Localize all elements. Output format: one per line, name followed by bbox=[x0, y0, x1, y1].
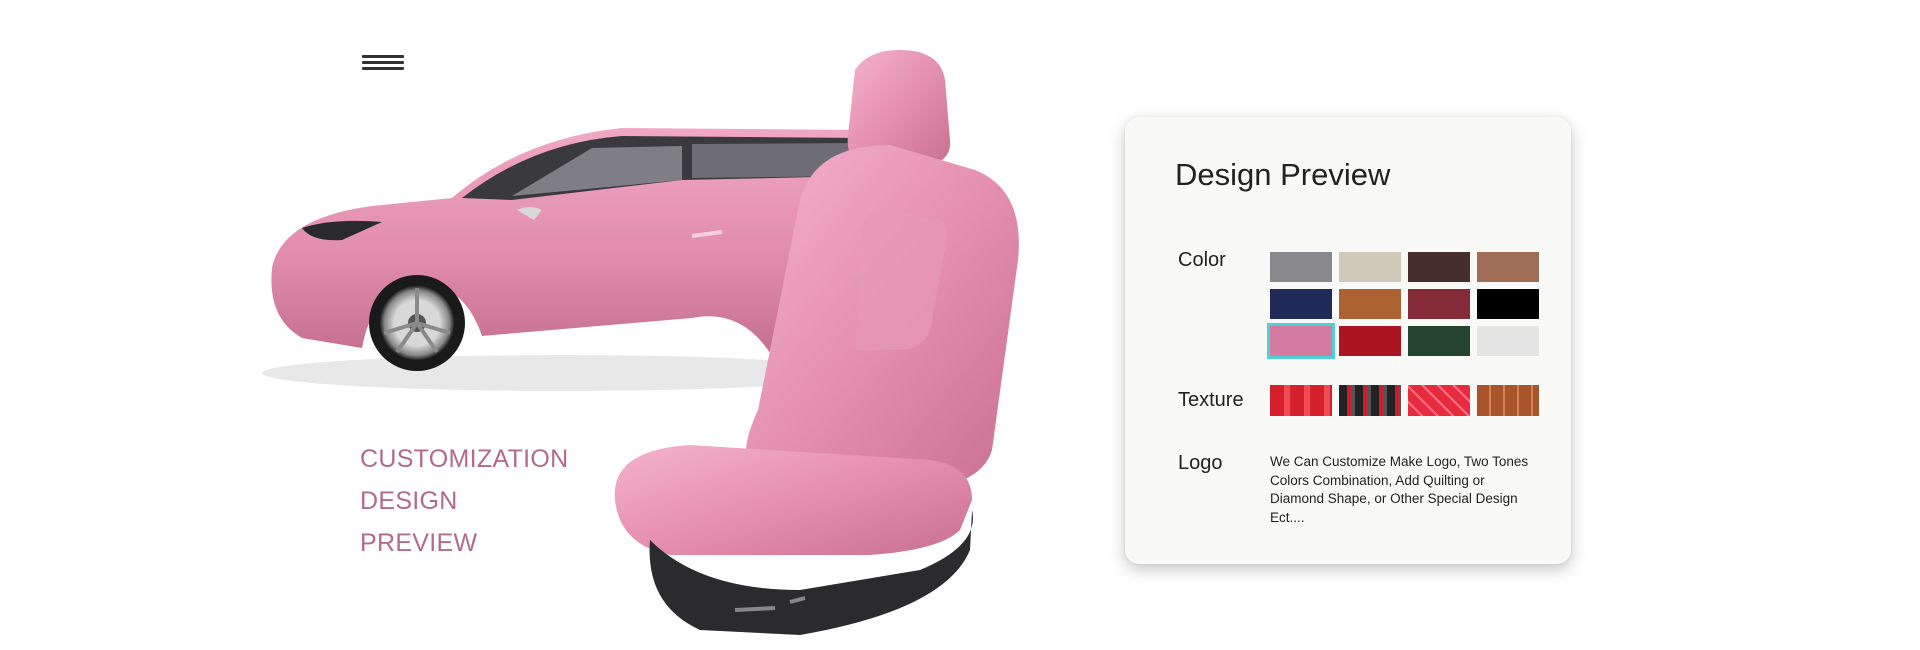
color-swatch[interactable] bbox=[1339, 252, 1401, 282]
texture-swatch-row bbox=[1270, 385, 1540, 416]
design-preview-panel: Design Preview Color Texture Logo We Can… bbox=[1125, 117, 1571, 564]
color-swatch[interactable] bbox=[1408, 289, 1470, 319]
headline: CUSTOMIZATION DESIGN PREVIEW bbox=[360, 438, 569, 564]
color-swatch[interactable] bbox=[1339, 289, 1401, 319]
seat-image bbox=[614, 50, 1019, 635]
headline-line-3: PREVIEW bbox=[360, 529, 478, 557]
headline-line-2: DESIGN bbox=[360, 487, 458, 515]
color-swatch[interactable] bbox=[1267, 323, 1335, 359]
color-swatch[interactable] bbox=[1270, 252, 1332, 282]
color-swatch[interactable] bbox=[1408, 326, 1470, 356]
hamburger-menu-icon[interactable] bbox=[362, 55, 404, 77]
color-swatch[interactable] bbox=[1477, 252, 1539, 282]
red-diamond-quilt-texture[interactable] bbox=[1408, 385, 1470, 416]
brown-stitched-texture[interactable] bbox=[1477, 385, 1539, 416]
headline-line-1: CUSTOMIZATION bbox=[360, 445, 569, 473]
texture-label: Texture bbox=[1178, 389, 1244, 411]
color-swatch[interactable] bbox=[1477, 289, 1539, 319]
color-swatch[interactable] bbox=[1477, 326, 1539, 356]
red-perforated-texture[interactable] bbox=[1270, 385, 1332, 416]
color-swatch[interactable] bbox=[1408, 252, 1470, 282]
color-label: Color bbox=[1178, 249, 1226, 271]
logo-description: We Can Customize Make Logo, Two Tones Co… bbox=[1270, 454, 1529, 525]
color-swatch[interactable] bbox=[1270, 289, 1332, 319]
black-red-stripe-texture[interactable] bbox=[1339, 385, 1401, 416]
panel-title: Design Preview bbox=[1175, 157, 1391, 192]
logo-label: Logo bbox=[1178, 452, 1223, 474]
color-swatch[interactable] bbox=[1339, 326, 1401, 356]
